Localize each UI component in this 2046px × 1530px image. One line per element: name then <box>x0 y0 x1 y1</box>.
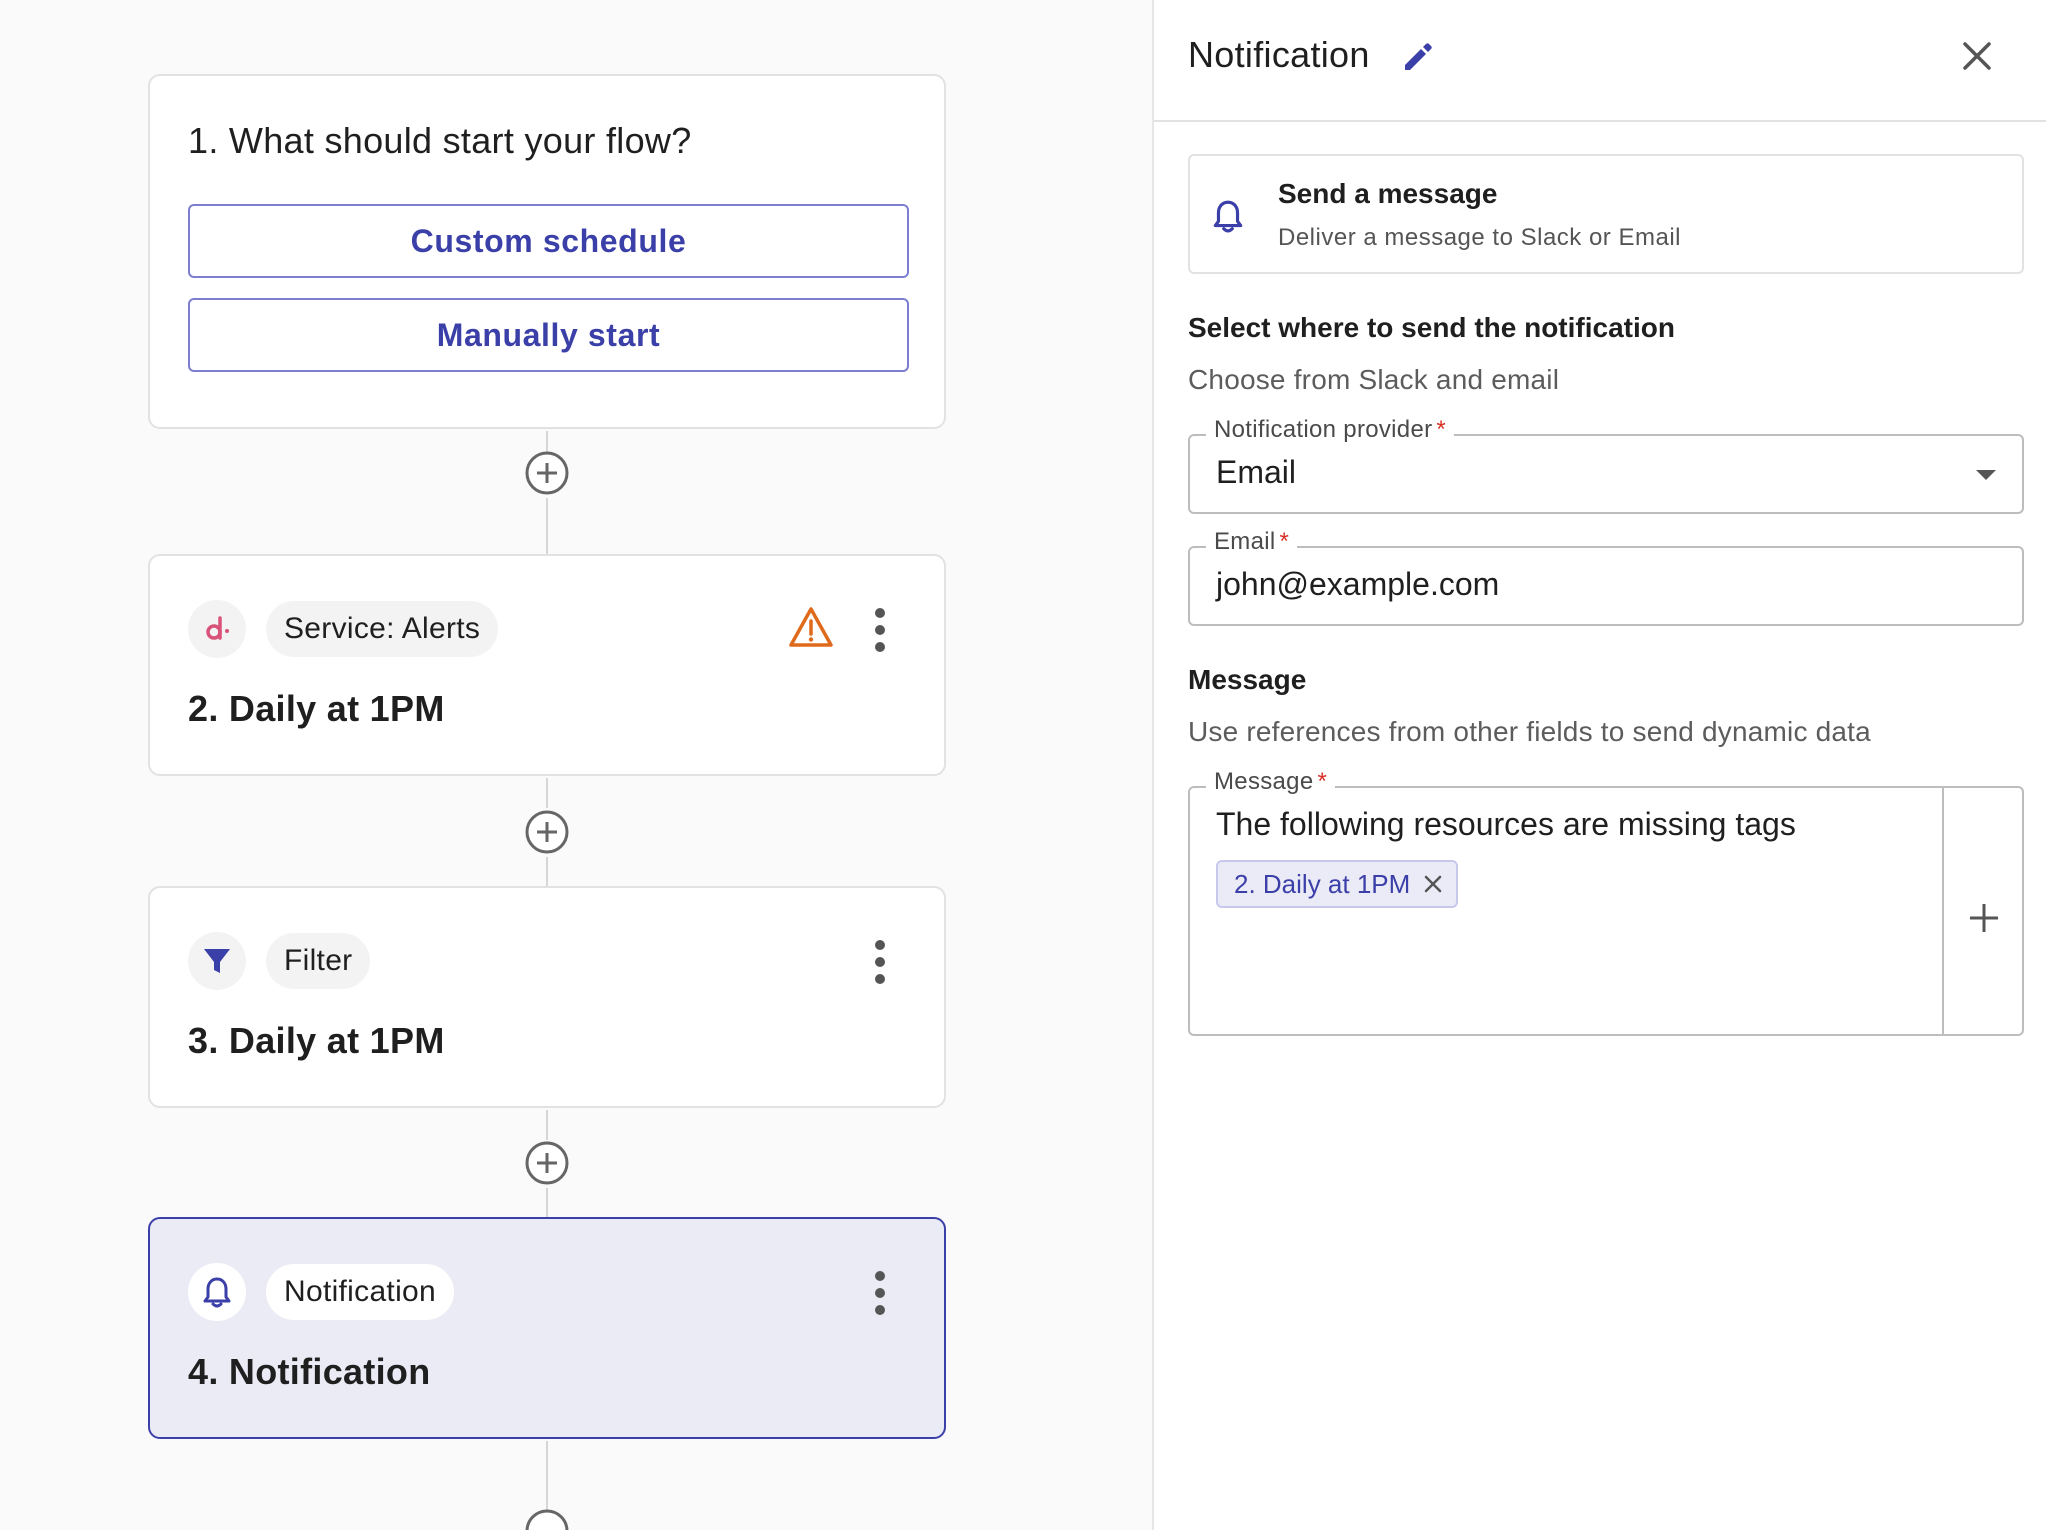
step-title: 2. Daily at 1PM <box>188 688 445 729</box>
step-title: 3. Daily at 1PM <box>188 1020 445 1061</box>
required-marker: * <box>1436 416 1447 443</box>
panel-title: Notification <box>1188 34 1370 75</box>
flow-canvas: 1. What should start your flow? Custom s… <box>0 0 1152 1530</box>
email-field[interactable]: Email * john@example.com <box>1188 528 2024 626</box>
warning-icon[interactable] <box>788 606 834 648</box>
custom-schedule-button[interactable]: Custom schedule <box>188 204 909 278</box>
step-menu-kebab-icon[interactable] <box>872 940 888 984</box>
flow-connector <box>546 1441 548 1511</box>
email-label: Email * <box>1206 528 1298 556</box>
bell-icon <box>1213 200 1243 233</box>
notification-settings-panel: Notification Send a message Deliver a me… <box>1152 0 2046 1530</box>
message-section-title: Message <box>1188 664 1307 695</box>
notification-provider-select[interactable]: Notification provider * Email <box>1188 416 2024 514</box>
step-card-filter[interactable]: Filter 3. Daily at 1PM <box>148 886 946 1108</box>
step-type-chip: Service: Alerts <box>266 601 499 657</box>
destination-section-subtitle: Choose from Slack and email <box>1188 364 1560 395</box>
insert-reference-plus-icon[interactable] <box>1964 898 2004 938</box>
flow-connector <box>546 1188 548 1217</box>
flow-connector <box>546 857 548 886</box>
action-subtitle: Deliver a message to Slack or Email <box>1278 224 1681 251</box>
flow-connector <box>546 498 548 554</box>
field-label-text: Message <box>1214 768 1314 795</box>
add-step-plus-icon[interactable] <box>524 1140 570 1186</box>
service-logo-icon <box>188 600 246 658</box>
destination-section-title: Select where to send the notification <box>1188 312 1675 343</box>
step-card-notification[interactable]: Notification 4. Notification <box>148 1217 946 1439</box>
filter-icon <box>188 932 246 990</box>
message-field[interactable]: Message * The following resources are mis… <box>1188 768 2024 1036</box>
flow-connector <box>546 1110 548 1140</box>
reference-chip-label: 2. Daily at 1PM <box>1234 868 1411 899</box>
message-text: The following resources are missing tags <box>1216 806 1796 842</box>
pencil-edit-icon[interactable] <box>1400 38 1436 74</box>
step-menu-kebab-icon[interactable] <box>872 608 888 652</box>
email-value: john@example.com <box>1216 566 1500 602</box>
add-step-plus-icon[interactable] <box>524 450 570 496</box>
trigger-card-title: 1. What should start your flow? <box>188 120 692 161</box>
step-card-service-alerts[interactable]: Service: Alerts 2. Daily at 1PM <box>148 554 946 776</box>
chevron-down-icon[interactable] <box>1976 470 1996 480</box>
action-type-card[interactable]: Send a message Deliver a message to Slac… <box>1188 154 2024 274</box>
message-label: Message * <box>1206 768 1336 796</box>
message-section-subtitle: Use references from other fields to send… <box>1188 716 1871 747</box>
required-marker: * <box>1279 528 1290 555</box>
notification-provider-value: Email <box>1216 454 1297 490</box>
close-icon[interactable] <box>1959 38 1995 74</box>
notification-provider-label: Notification provider * <box>1206 416 1455 444</box>
bell-icon <box>188 1263 246 1321</box>
action-title: Send a message <box>1278 178 1498 209</box>
add-step-plus-icon[interactable] <box>524 809 570 855</box>
step-title: 4. Notification <box>188 1351 431 1392</box>
flow-connector <box>546 778 548 808</box>
step-type-chip: Filter <box>266 933 371 989</box>
manually-start-button[interactable]: Manually start <box>188 298 909 372</box>
panel-header: Notification <box>1154 0 2046 122</box>
step-menu-kebab-icon[interactable] <box>872 1271 888 1315</box>
required-marker: * <box>1317 768 1328 795</box>
trigger-card: 1. What should start your flow? Custom s… <box>148 74 946 429</box>
step-type-chip: Notification <box>266 1264 455 1320</box>
field-label-text: Notification provider <box>1214 416 1433 443</box>
reference-chip[interactable]: 2. Daily at 1PM <box>1216 860 1459 908</box>
message-field-divider <box>1942 788 1944 1034</box>
remove-reference-icon[interactable] <box>1422 873 1444 895</box>
field-label-text: Email <box>1214 528 1276 555</box>
add-step-plus-icon[interactable] <box>524 1508 570 1530</box>
